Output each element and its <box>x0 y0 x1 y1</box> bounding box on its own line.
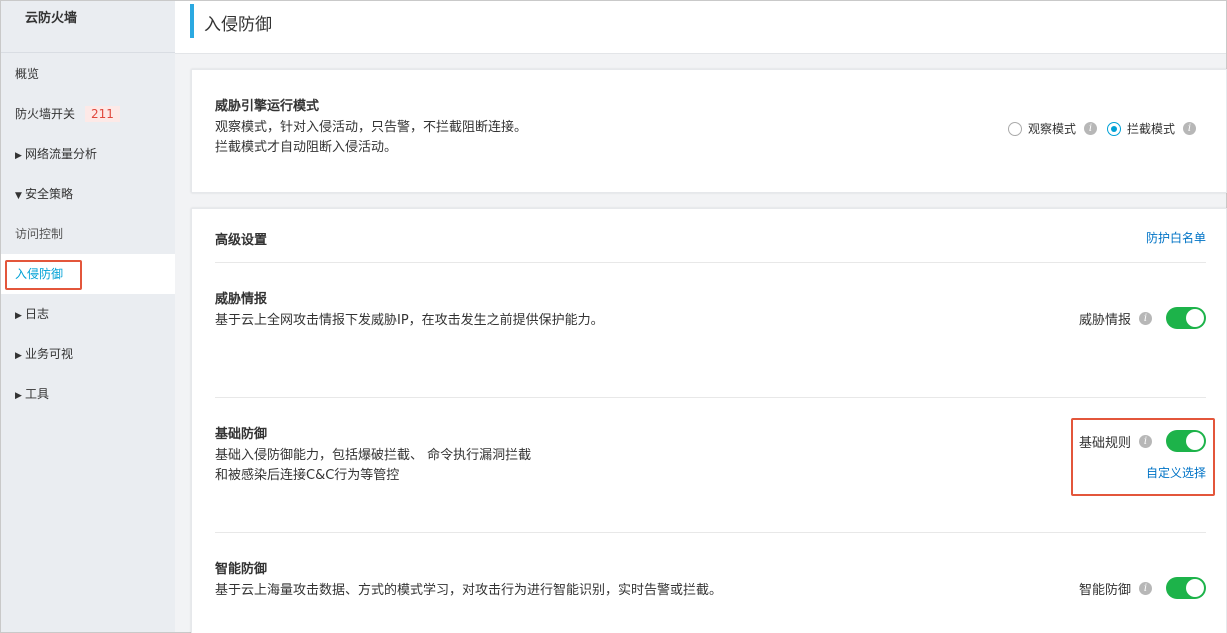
engine-mode-radio-group: 观察模式 i 拦截模式 i <box>998 120 1196 137</box>
caret-right-icon: ▶ <box>15 151 22 161</box>
smart-defense-title: 智能防御 <box>215 562 268 577</box>
radio-circle-icon[interactable] <box>1007 121 1022 136</box>
radio-checked-icon[interactable] <box>1106 121 1121 136</box>
threat-intel-control: 威胁情报 i <box>1079 307 1206 329</box>
advanced-settings-title: 高级设置 <box>215 233 268 248</box>
page-header: 入侵防御 <box>175 1 1226 54</box>
sidebar-item-business-visual[interactable]: ▶ 业务可视 <box>1 334 175 374</box>
caret-down-icon: ▼ <box>15 191 22 201</box>
sidebar-item-label: 网络流量分析 <box>25 147 98 161</box>
divider <box>215 532 1206 533</box>
radio-label: 观察模式 <box>1027 122 1076 136</box>
smart-defense-control: 智能防御 i <box>1079 577 1206 599</box>
caret-right-icon: ▶ <box>15 391 22 401</box>
sidebar: 云防火墙 概览 防火墙开关 211 ▶ 网络流量分析 ▼ 安全策略 访问控制 入侵防御… <box>1 1 175 632</box>
sidebar-title: 云防火墙 <box>1 1 175 53</box>
smart-defense-desc: 基于云上海量攻击数据、方式的模式学习，对攻击行为进行智能识别，实时告警或拦截。 <box>215 583 723 598</box>
observe-mode-radio[interactable]: 观察模式 i <box>1007 120 1097 137</box>
sidebar-item-label: 访问控制 <box>15 227 64 241</box>
whitelist-link[interactable]: 防护白名单 <box>1146 229 1206 246</box>
sidebar-item-intrusion-prevention[interactable]: 入侵防御 <box>1 254 175 294</box>
sidebar-item-logs[interactable]: ▶ 日志 <box>1 294 175 334</box>
info-icon[interactable]: i <box>1083 122 1097 135</box>
basic-defense-desc-line2: 和被感染后连接C&C行为等管控 <box>215 468 400 483</box>
basic-defense-desc-line1: 基础入侵防御能力，包括爆破拦截、 命令执行漏洞拦截 <box>215 448 532 463</box>
toggle-label: 威胁情报 <box>1078 312 1131 328</box>
divider <box>215 397 1206 398</box>
page-title: 入侵防御 <box>204 15 272 35</box>
sidebar-item-label: 安全策略 <box>25 187 74 201</box>
title-accent-bar <box>190 4 194 38</box>
radio-label: 拦截模式 <box>1126 122 1175 136</box>
sidebar-item-overview[interactable]: 概览 <box>1 54 175 94</box>
block-mode-radio[interactable]: 拦截模式 i <box>1106 120 1196 137</box>
engine-mode-card: 威胁引擎运行模式 观察模式，针对入侵活动，只告警，不拦截阻断连接。 拦截模式才自… <box>191 69 1227 193</box>
engine-mode-title: 威胁引擎运行模式 <box>215 99 320 114</box>
info-icon[interactable]: i <box>1183 122 1196 135</box>
caret-right-icon: ▶ <box>15 351 22 361</box>
highlight-outline <box>1071 418 1215 496</box>
info-icon[interactable]: i <box>1139 581 1152 595</box>
sidebar-item-tools[interactable]: ▶ 工具 <box>1 374 175 414</box>
threat-intel-desc: 基于云上全网攻击情报下发威胁IP，在攻击发生之前提供保护能力。 <box>215 313 604 328</box>
basic-defense-title: 基础防御 <box>215 427 268 442</box>
smart-defense-toggle[interactable] <box>1166 577 1206 599</box>
sidebar-item-label: 日志 <box>25 307 50 321</box>
engine-mode-desc-line1: 观察模式，针对入侵活动，只告警，不拦截阻断连接。 <box>215 120 528 135</box>
count-badge: 211 <box>85 106 120 122</box>
sidebar-item-access-control[interactable]: 访问控制 <box>1 214 175 254</box>
info-icon[interactable]: i <box>1139 311 1152 325</box>
sidebar-item-label: 概览 <box>15 67 40 81</box>
sidebar-item-label: 业务可视 <box>25 347 74 361</box>
threat-intel-toggle[interactable] <box>1166 307 1206 329</box>
sidebar-item-security-policy[interactable]: ▼ 安全策略 <box>1 174 175 214</box>
engine-mode-desc-line2: 拦截模式才自动阻断入侵活动。 <box>215 140 398 155</box>
divider <box>215 262 1206 263</box>
sidebar-item-firewall-switch[interactable]: 防火墙开关 211 <box>1 94 175 134</box>
sidebar-nav: 概览 防火墙开关 211 ▶ 网络流量分析 ▼ 安全策略 访问控制 入侵防御 ▶ 日志 … <box>1 54 175 414</box>
highlight-outline <box>5 260 82 290</box>
sidebar-item-label: 工具 <box>25 387 50 401</box>
sidebar-item-label: 防火墙开关 <box>15 107 76 121</box>
sidebar-item-traffic-analysis[interactable]: ▶ 网络流量分析 <box>1 134 175 174</box>
caret-right-icon: ▶ <box>15 311 22 321</box>
toggle-label: 智能防御 <box>1078 582 1131 598</box>
threat-intel-title: 威胁情报 <box>215 292 268 307</box>
